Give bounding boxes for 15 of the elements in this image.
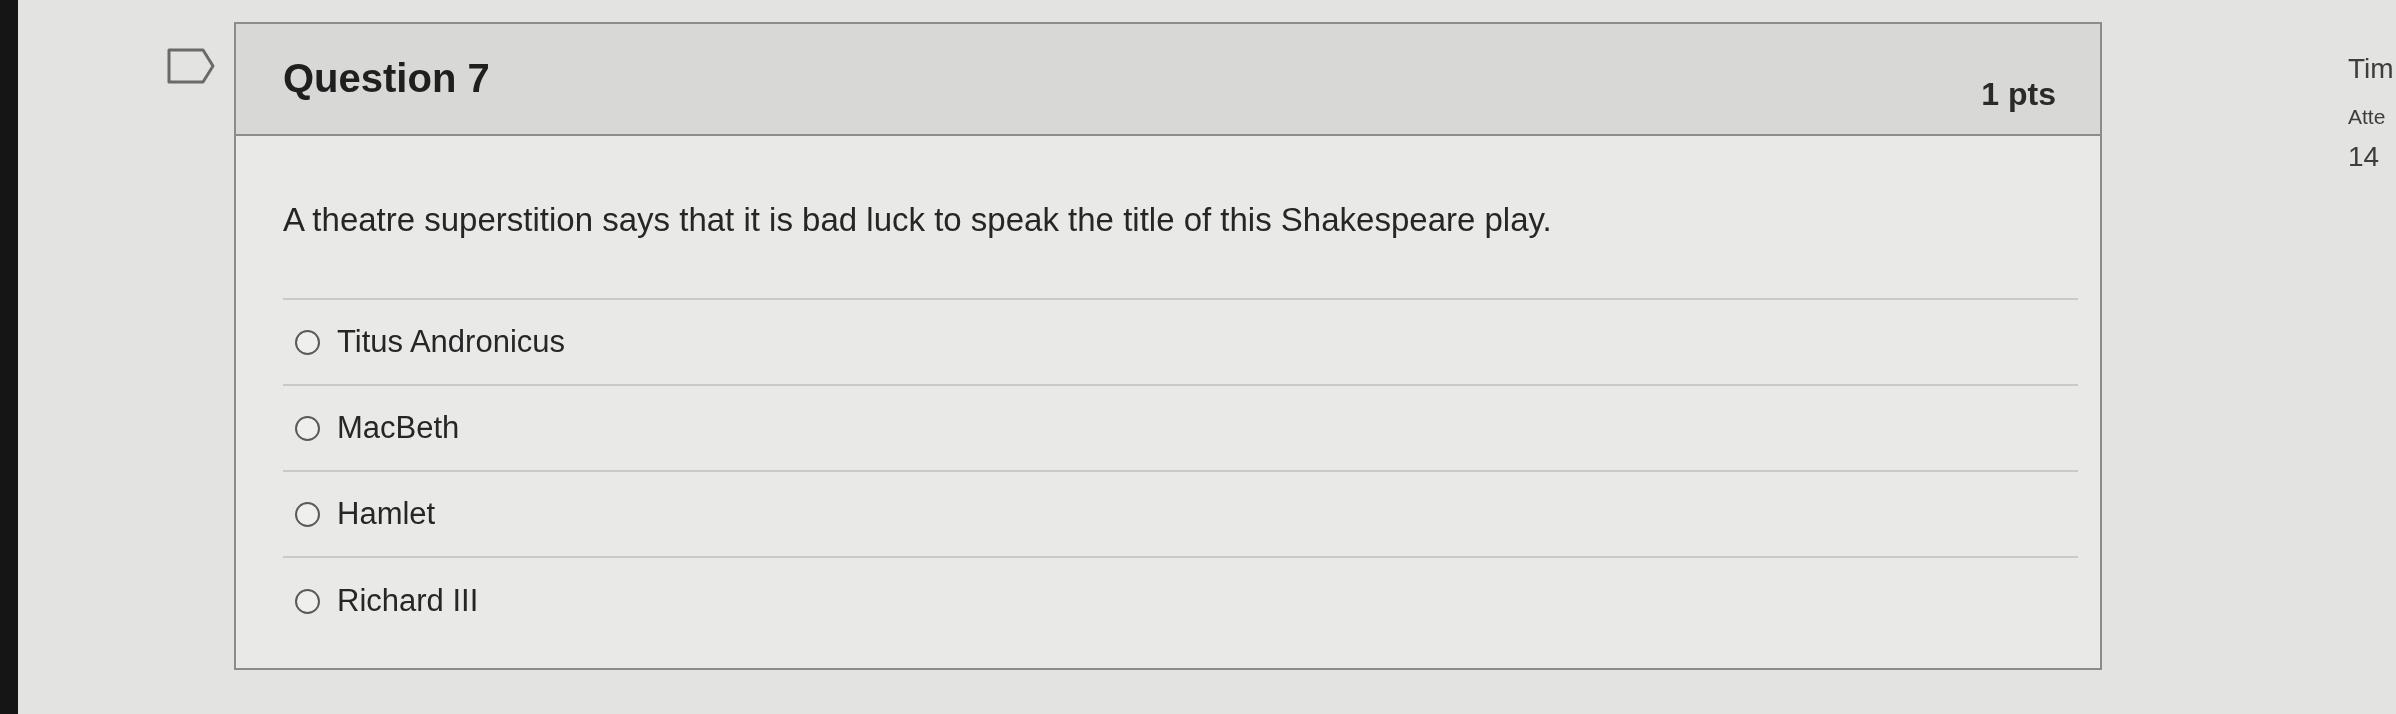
sidebar-heading: Tim xyxy=(2348,52,2395,86)
question-text: A theatre superstition says that it is bad luck to speak the title of this Shakespeare play. xyxy=(283,200,1553,240)
flag-question-icon[interactable] xyxy=(167,48,215,84)
sidebar-value: 14 xyxy=(2348,140,2381,174)
sidebar-label: Atte xyxy=(2348,104,2387,130)
answer-option[interactable]: MacBeth xyxy=(295,409,460,447)
question-title: Question 7 xyxy=(283,55,490,102)
answer-option[interactable]: Titus Andronicus xyxy=(295,323,566,361)
radio-button[interactable] xyxy=(295,415,320,441)
radio-button[interactable] xyxy=(295,501,320,527)
radio-button[interactable] xyxy=(295,329,320,355)
radio-button[interactable] xyxy=(295,588,320,614)
answer-option[interactable]: Richard III xyxy=(295,582,479,620)
question-points: 1 pts xyxy=(1981,75,2056,114)
answer-option[interactable]: Hamlet xyxy=(295,495,436,533)
